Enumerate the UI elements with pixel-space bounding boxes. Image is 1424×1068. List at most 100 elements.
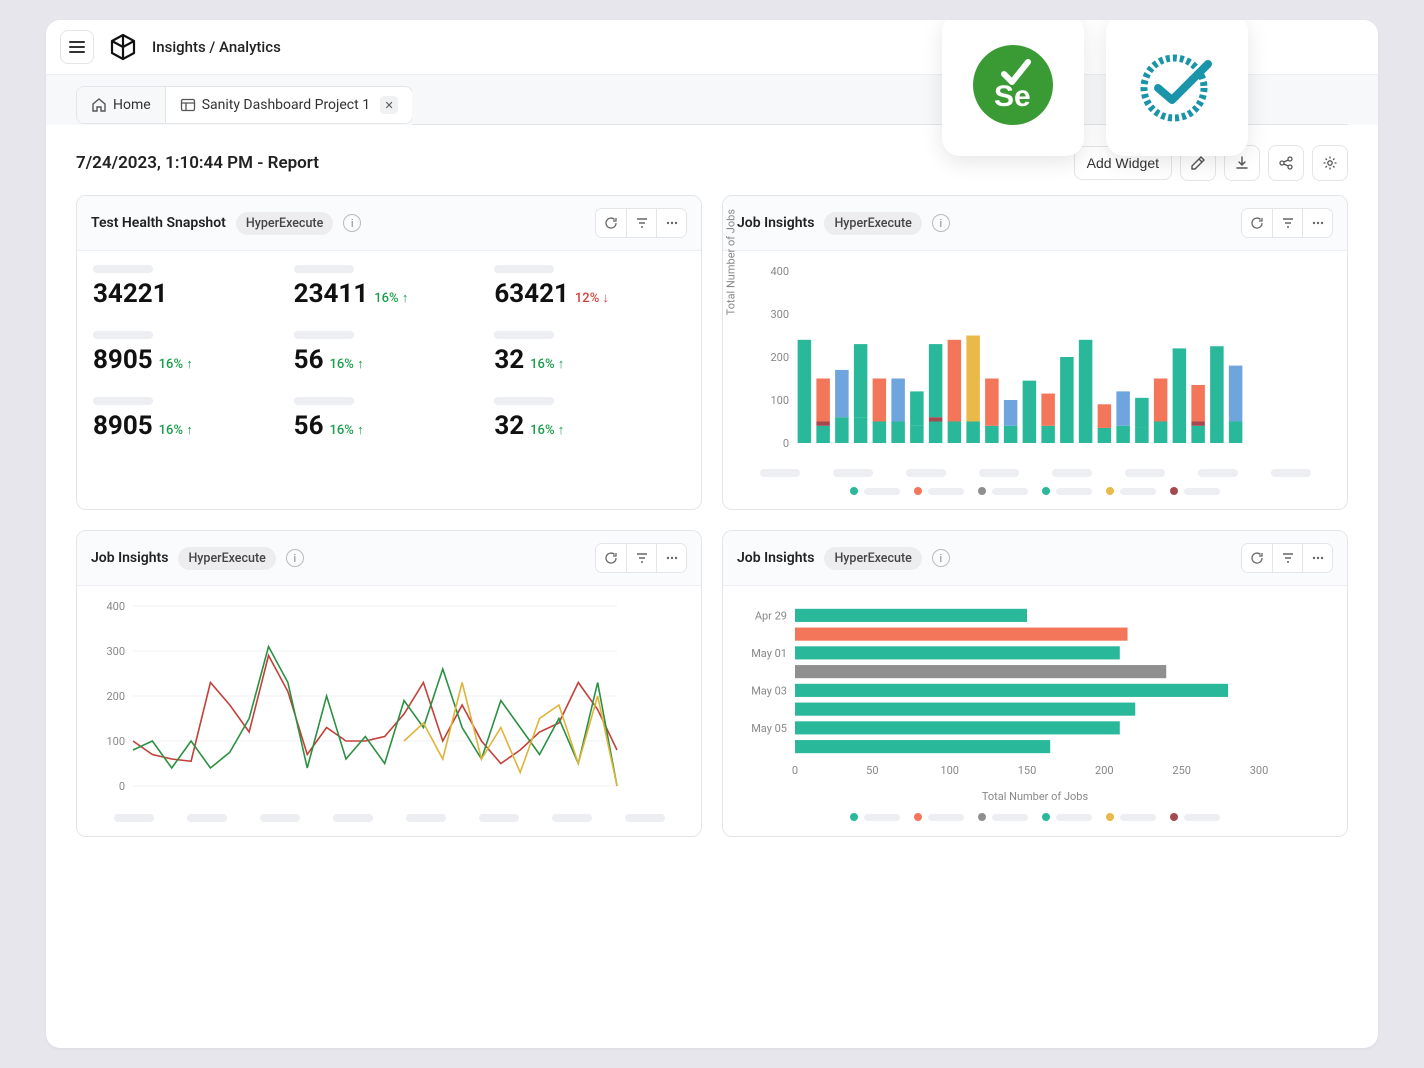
legend-item — [1170, 487, 1220, 495]
tab-dashboard-label: Sanity Dashboard Project 1 — [202, 97, 370, 113]
svg-text:200: 200 — [1095, 764, 1114, 777]
tab-close-button[interactable]: ✕ — [380, 96, 398, 114]
app-logo — [106, 30, 140, 64]
refresh-button[interactable] — [1242, 544, 1272, 572]
info-icon[interactable]: i — [286, 549, 304, 567]
legend-item — [1106, 813, 1156, 821]
gear-icon — [1322, 155, 1338, 171]
metric-delta: 16% ↑ — [530, 422, 564, 438]
line-chart: 0100200300400 — [93, 600, 623, 800]
more-icon — [665, 551, 679, 565]
metric-cell: 3216% ↑ — [494, 331, 685, 375]
svg-text:300: 300 — [770, 308, 789, 321]
more-icon — [1311, 551, 1325, 565]
tab-home-label: Home — [113, 97, 151, 113]
refresh-button[interactable] — [1242, 209, 1272, 237]
svg-text:Se: Se — [994, 80, 1031, 113]
svg-text:May 03: May 03 — [751, 684, 787, 697]
download-icon — [1234, 155, 1250, 171]
more-icon — [1311, 216, 1325, 230]
svg-text:May 01: May 01 — [751, 647, 787, 660]
hamburger-icon — [69, 41, 85, 53]
metric-cell: 34221 — [93, 265, 284, 309]
svg-text:0: 0 — [783, 437, 789, 450]
stacked-bar-chart: 0100200300400 — [761, 265, 1251, 455]
metric-value: 63421 — [494, 279, 569, 309]
svg-text:100: 100 — [106, 735, 125, 748]
horizontal-bar-chart: Apr 29May 01May 03May 050501001502002503… — [739, 600, 1269, 780]
svg-text:150: 150 — [1018, 764, 1037, 777]
filter-button[interactable] — [626, 544, 656, 572]
more-button[interactable] — [1302, 209, 1332, 237]
floating-integration-cards: Se — [942, 20, 1248, 156]
metric-delta: 16% ↑ — [159, 356, 193, 372]
metric-delta: 16% ↑ — [330, 422, 364, 438]
card-title: Test Health Snapshot — [91, 215, 226, 231]
svg-text:200: 200 — [770, 351, 789, 364]
filter-icon — [1281, 551, 1295, 565]
card-badge: HyperExecute — [824, 547, 921, 570]
more-button[interactable] — [656, 209, 686, 237]
metric-cell: 8905 16% ↑ — [93, 397, 284, 441]
tab-home[interactable]: Home — [77, 87, 166, 123]
refresh-icon — [604, 551, 618, 565]
info-icon[interactable]: i — [932, 214, 950, 232]
filter-button[interactable] — [626, 209, 656, 237]
selenium-card: Se — [942, 20, 1084, 156]
card-title: Job Insights — [91, 550, 168, 566]
filter-button[interactable] — [1272, 544, 1302, 572]
card-badge: HyperExecute — [178, 547, 275, 570]
tab-dashboard[interactable]: Sanity Dashboard Project 1 ✕ — [166, 87, 412, 123]
metric-cell: 2341116% ↑ — [294, 265, 485, 309]
card-title: Job Insights — [737, 550, 814, 566]
settings-button[interactable] — [1312, 145, 1348, 181]
y-axis-label: Total Number of Jobs — [725, 209, 738, 315]
card-job-insights-bar: Job Insights HyperExecute i Total Number… — [722, 195, 1348, 510]
checkmark-card — [1106, 20, 1248, 156]
metric-delta: 12% ↓ — [575, 290, 609, 306]
legend-item — [1106, 487, 1156, 495]
metric-cell: 56 16% ↑ — [294, 397, 485, 441]
x-axis-label: Total Number of Jobs — [739, 790, 1331, 803]
refresh-icon — [604, 216, 618, 230]
metric-value: 32 — [494, 411, 524, 441]
refresh-button[interactable] — [596, 544, 626, 572]
filter-icon — [635, 551, 649, 565]
card-badge: HyperExecute — [236, 212, 333, 235]
svg-text:100: 100 — [940, 764, 959, 777]
filter-icon — [1281, 216, 1295, 230]
info-icon[interactable]: i — [932, 549, 950, 567]
metric-cell: 32 16% ↑ — [494, 397, 685, 441]
legend-item — [914, 813, 964, 821]
refresh-button[interactable] — [596, 209, 626, 237]
legend-item — [914, 487, 964, 495]
share-icon — [1278, 155, 1294, 171]
refresh-icon — [1250, 551, 1264, 565]
metric-value: 56 — [294, 411, 324, 441]
metric-delta: 16% ↑ — [159, 422, 193, 438]
legend-item — [850, 487, 900, 495]
metric-delta: 16% ↑ — [330, 356, 364, 372]
svg-text:400: 400 — [106, 600, 125, 613]
more-button[interactable] — [656, 544, 686, 572]
menu-button[interactable] — [60, 30, 94, 64]
more-button[interactable] — [1302, 544, 1332, 572]
metric-value: 8905 — [93, 411, 153, 441]
metric-value: 23411 — [294, 279, 369, 309]
card-badge: HyperExecute — [824, 212, 921, 235]
legend-item — [1042, 813, 1092, 821]
svg-text:400: 400 — [770, 265, 789, 278]
svg-text:0: 0 — [119, 780, 125, 793]
svg-text:Apr 29: Apr 29 — [755, 609, 787, 622]
legend-item — [1170, 813, 1220, 821]
more-icon — [665, 216, 679, 230]
share-button[interactable] — [1268, 145, 1304, 181]
info-icon[interactable]: i — [343, 214, 361, 232]
metric-value: 34221 — [93, 279, 168, 309]
metric-value: 8905 — [93, 345, 153, 375]
filter-button[interactable] — [1272, 209, 1302, 237]
card-job-insights-hbar: Job Insights HyperExecute i Apr 29 May 01… — [722, 530, 1348, 837]
metric-value: 56 — [294, 345, 324, 375]
metric-value: 32 — [494, 345, 524, 375]
home-icon — [91, 97, 107, 113]
